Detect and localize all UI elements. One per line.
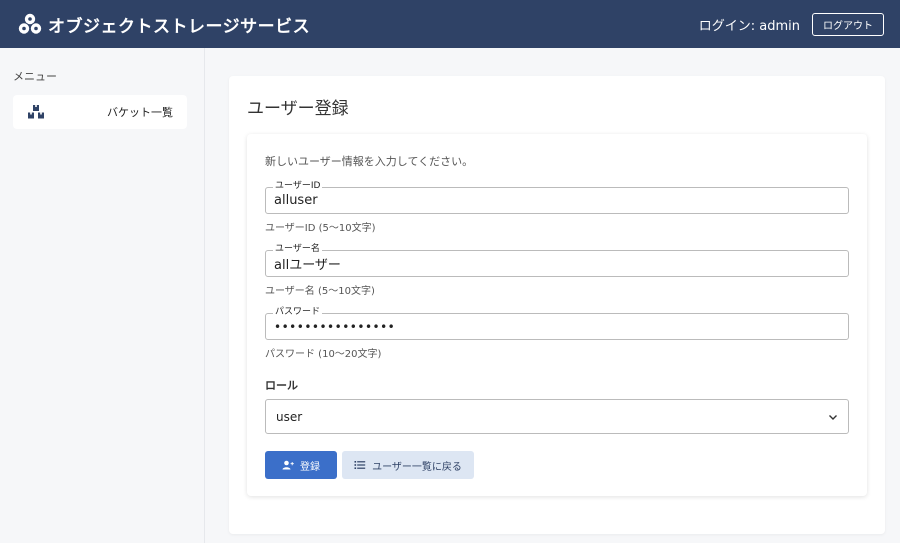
user-name-field-group: ユーザー名 allユーザー ユーザー名 (5〜10文字) bbox=[265, 243, 849, 297]
page-card: ユーザー登録 新しいユーザー情報を入力してください。 ユーザーID alluse… bbox=[229, 76, 885, 534]
user-id-label: ユーザーID bbox=[273, 180, 323, 192]
user-name-label: ユーザー名 bbox=[273, 243, 322, 255]
logout-button[interactable]: ログアウト bbox=[812, 12, 884, 36]
user-name-help: ユーザー名 (5〜10文字) bbox=[265, 286, 375, 297]
user-id-help: ユーザーID (5〜10文字) bbox=[265, 223, 376, 234]
user-name-value: allユーザー bbox=[274, 258, 341, 273]
boxes-icon bbox=[28, 105, 44, 119]
role-label: ロール bbox=[265, 379, 298, 392]
user-id-input[interactable]: ユーザーID alluser bbox=[265, 180, 849, 214]
user-plus-icon bbox=[282, 460, 294, 470]
form-intro: 新しいユーザー情報を入力してください。 bbox=[265, 155, 474, 168]
menu-heading: メニュー bbox=[13, 70, 57, 83]
sidebar: メニュー バケット一覧 bbox=[0, 48, 205, 543]
password-value: •••••••••••••••• bbox=[274, 319, 396, 334]
user-name-input[interactable]: ユーザー名 allユーザー bbox=[265, 243, 849, 277]
password-label: パスワード bbox=[273, 306, 323, 318]
sidebar-item-label: バケット一覧 bbox=[107, 106, 173, 119]
password-help: パスワード (10〜20文字) bbox=[265, 349, 382, 360]
back-button-label: ユーザー一覧に戻る bbox=[372, 461, 462, 473]
password-input[interactable]: パスワード •••••••••••••••• bbox=[265, 306, 849, 340]
user-form: 新しいユーザー情報を入力してください。 ユーザーID alluser ユーザーI… bbox=[247, 134, 867, 496]
top-bar: オブジェクトストレージサービス ログイン: admin ログアウト bbox=[0, 0, 900, 48]
page-title: ユーザー登録 bbox=[247, 99, 349, 119]
sidebar-item-bucket-list[interactable]: バケット一覧 bbox=[13, 95, 187, 129]
app-title: オブジェクトストレージサービス bbox=[48, 16, 311, 37]
role-select[interactable]: user bbox=[265, 399, 849, 434]
brand: オブジェクトストレージサービス bbox=[18, 12, 310, 37]
register-button[interactable]: 登録 bbox=[265, 451, 337, 479]
user-id-value: alluser bbox=[274, 193, 318, 208]
role-selected-value: user bbox=[276, 409, 303, 424]
list-icon bbox=[354, 461, 366, 469]
chevron-down-icon bbox=[829, 414, 837, 420]
password-field-group: パスワード •••••••••••••••• パスワード (10〜20文字) bbox=[265, 306, 849, 360]
login-status: ログイン: admin bbox=[698, 18, 800, 34]
back-to-user-list-button[interactable]: ユーザー一覧に戻る bbox=[342, 451, 474, 479]
boxes-logo-icon bbox=[18, 13, 42, 34]
register-button-label: 登録 bbox=[300, 461, 320, 473]
main-content: ユーザー登録 新しいユーザー情報を入力してください。 ユーザーID alluse… bbox=[206, 48, 900, 543]
user-id-field-group: ユーザーID alluser ユーザーID (5〜10文字) bbox=[265, 180, 849, 234]
